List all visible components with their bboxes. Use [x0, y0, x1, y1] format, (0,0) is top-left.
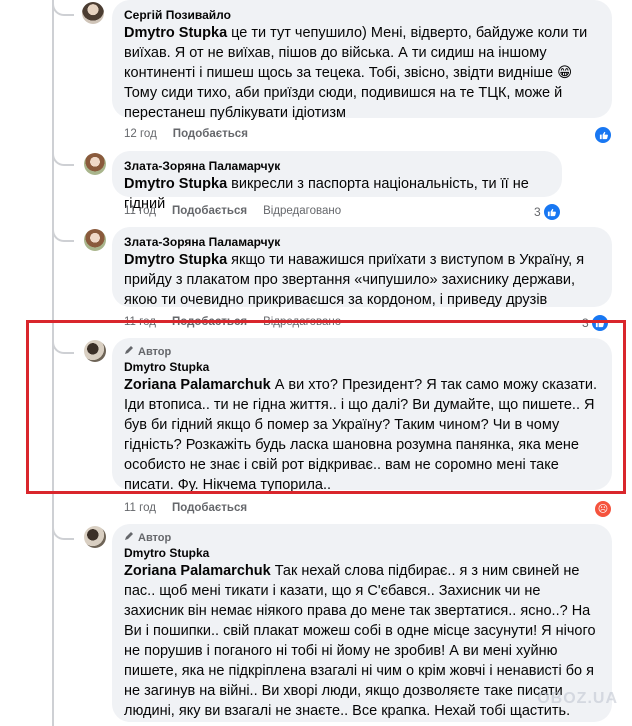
thumbs-up-icon	[542, 203, 561, 221]
comment-meta: 11 год Подобається Відредаговано	[124, 205, 341, 217]
author-badge: Автор	[124, 531, 600, 545]
comment-author[interactable]: Злата-Зоряна Паламарчук	[124, 158, 550, 174]
avatar[interactable]	[84, 526, 106, 548]
highlight-frame	[26, 320, 626, 494]
like-button[interactable]: Подобається	[173, 128, 248, 140]
like-button[interactable]: Подобається	[172, 205, 247, 217]
comment-text: Dmytro Stupka якщо ти наважишся приїхати…	[124, 250, 600, 310]
timestamp[interactable]: 11 год	[124, 502, 156, 514]
avatar[interactable]	[82, 2, 104, 24]
comment-author[interactable]: Dmytro Stupka	[124, 545, 600, 561]
thread-connector	[52, 150, 74, 166]
thread-connector	[52, 0, 74, 16]
avatar[interactable]	[84, 153, 106, 175]
watermark: OBOZ.UA	[537, 690, 618, 707]
mention[interactable]: Dmytro Stupka	[124, 25, 227, 41]
comment-meta: 11 год Подобається	[124, 502, 247, 514]
edited-label[interactable]: Відредаговано	[263, 205, 341, 217]
mention[interactable]: Zoriana Palamarchuk	[124, 563, 271, 579]
reaction-badge[interactable]: 3	[534, 203, 561, 221]
comment-bubble: Сергій Позивайло Dmytro Stupka це ти тут…	[112, 0, 612, 121]
comment-text: Zoriana Palamarchuk Так нехай слова підб…	[124, 561, 600, 721]
angry-face-icon: ☹	[594, 500, 612, 518]
comment-author[interactable]: Злата-Зоряна Паламарчук	[124, 234, 600, 250]
thread-connector	[52, 524, 74, 540]
reaction-count: 3	[534, 205, 541, 219]
reaction-badge[interactable]: ☹	[594, 500, 612, 518]
reaction-badge[interactable]	[594, 126, 614, 144]
thread-connector	[52, 226, 74, 242]
mention[interactable]: Dmytro Stupka	[124, 252, 227, 268]
pencil-icon	[124, 531, 134, 545]
avatar[interactable]	[84, 229, 106, 251]
comment-meta: 12 год Подобається	[124, 128, 248, 140]
thumbs-up-icon	[594, 126, 612, 144]
comment-text: Dmytro Stupka це ти тут чепушило) Мені, …	[124, 23, 600, 123]
timestamp[interactable]: 11 год	[124, 205, 156, 217]
comment-body: Так нехай слова підбирає.. я з ним свине…	[124, 563, 596, 719]
like-button[interactable]: Подобається	[172, 502, 247, 514]
comment-bubble: Злата-Зоряна Паламарчук Dmytro Stupka як…	[112, 227, 612, 310]
timestamp[interactable]: 12 год	[124, 128, 157, 140]
mention[interactable]: Dmytro Stupka	[124, 176, 227, 192]
author-badge-label: Автор	[138, 532, 172, 544]
comment-author[interactable]: Сергій Позивайло	[124, 7, 600, 23]
comment-bubble: Злата-Зоряна Паламарчук Dmytro Stupka ви…	[112, 151, 562, 212]
